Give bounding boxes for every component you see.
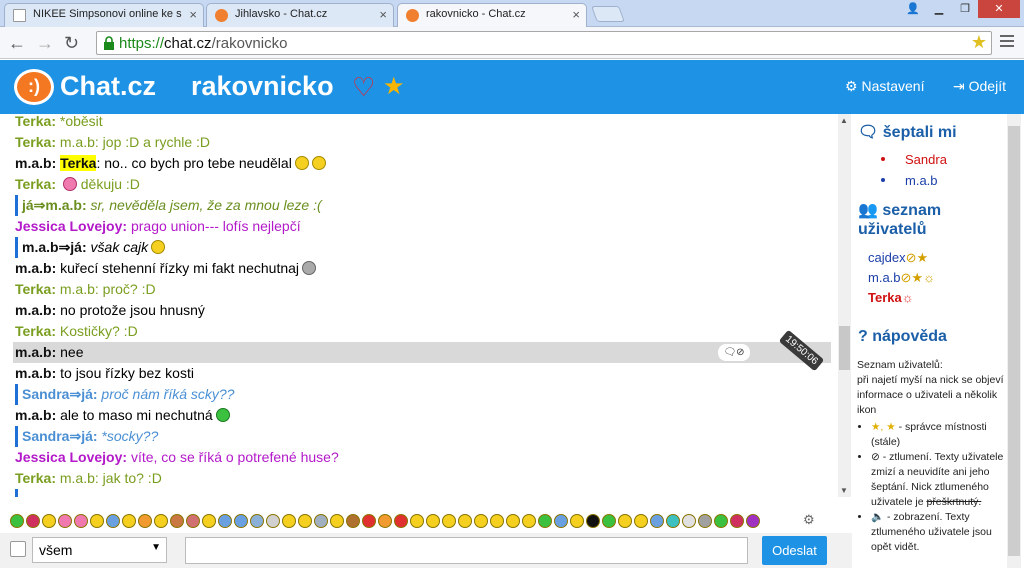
message-row: Sandra⇒já: proč nám říká scky?? (15, 384, 831, 405)
browser-tab-1[interactable]: NIKEE Simpsonovi online ke s × (4, 3, 204, 27)
browser-tab-3[interactable]: rakovnicko - Chat.cz × (397, 3, 587, 28)
help-text: Seznam uživatelů: při najetí myší na nic… (857, 358, 1007, 555)
message-input[interactable] (185, 537, 748, 564)
smiley-icon (311, 156, 326, 170)
heart-icon[interactable]: ♡ (352, 72, 375, 103)
browser-toolbar: ← → ↻ https://chat.cz/rakovnicko ★ (0, 27, 1024, 59)
close-icon[interactable]: × (189, 7, 197, 22)
sidebar: 🗨 šeptali mi Sandra m.a.b 👥 seznam uživa… (853, 114, 1007, 568)
star-icon[interactable]: ★ (383, 72, 405, 101)
whispered-heading: 🗨 šeptali mi (858, 124, 957, 141)
bookmark-star-icon[interactable]: ★ (971, 32, 987, 53)
address-bar[interactable]: https://chat.cz/rakovnicko ★ (96, 31, 992, 55)
message-row: Terka: *oběsit (15, 114, 103, 129)
logo-text[interactable]: Chat.cz (60, 71, 156, 102)
browser-tab-2[interactable]: Jihlavsko - Chat.cz × (206, 3, 394, 27)
user-item[interactable]: m.a.b⊘★☼ (868, 270, 935, 286)
menu-icon[interactable] (1000, 35, 1014, 50)
message-row: Jessica Lovejoy: prago union--- lofís ne… (15, 218, 301, 234)
restore-icon[interactable]: ❐ (952, 0, 978, 18)
chat-header: :) Chat.cz rakovnicko ♡ ★ ⚙ Nastavení ⇥ … (0, 60, 1024, 114)
message-row: Terka: m.a.b: jak to? :D (15, 470, 162, 486)
message-row: m.a.b⇒já: však cajk (15, 237, 831, 258)
smiley-icon (302, 261, 317, 275)
chat-icon (406, 9, 419, 22)
recipient-select[interactable]: všem ▼ (32, 537, 167, 563)
user-item[interactable]: Terka☼ (868, 290, 914, 305)
back-icon[interactable]: ← (8, 33, 26, 53)
chevron-down-icon: ▼ (151, 542, 161, 553)
scroll-down-icon: ▼ (840, 486, 848, 495)
window-controls: 👤 ▁ ❐ ✕ (900, 0, 1020, 18)
scroll-thumb[interactable] (839, 326, 850, 370)
logout-link[interactable]: ⇥ Odejít (953, 78, 1006, 95)
smiley-icon (151, 240, 166, 254)
chat-logo-icon[interactable]: :) (14, 69, 54, 105)
minimize-icon[interactable]: ▁ (926, 0, 952, 18)
whisper-item[interactable]: Sandra (881, 152, 947, 167)
new-tab-button[interactable] (591, 6, 625, 22)
private-checkbox[interactable] (10, 541, 26, 557)
smiley-icon (294, 156, 309, 170)
send-button[interactable]: Odeslat (762, 536, 827, 565)
settings-link[interactable]: ⚙ Nastavení (845, 78, 925, 95)
message-row: m.a.b: Terka: no.. co bych pro tebe neud… (15, 153, 831, 174)
document-icon (13, 9, 26, 22)
message-row: Terka: m.a.b: proč? :D (15, 281, 156, 297)
message-row: Terka: Kostičky? :D (15, 323, 138, 339)
window-close-icon[interactable]: ✕ (978, 0, 1020, 18)
message-list: Terka: *oběsit Terka: m.a.b: jop :D a ry… (0, 114, 852, 497)
message-row: m.a.b: to jsou řízky bez kosti (15, 365, 194, 381)
chat-icon (215, 9, 228, 22)
scroll-up-icon: ▲ (840, 116, 848, 125)
lock-icon (104, 36, 114, 50)
close-icon[interactable]: × (379, 7, 387, 22)
tab-title: Jihlavsko - Chat.cz (235, 8, 328, 20)
help-heading: ? nápověda (858, 328, 947, 345)
message-row: Terka: děkuju :D (15, 176, 140, 192)
smiley-icon (62, 177, 77, 191)
close-icon[interactable]: × (572, 7, 580, 22)
message-row: já⇒m.a.b: sr, nevěděla jsem, že za mnou … (15, 195, 831, 216)
tab-title: rakovnicko - Chat.cz (426, 8, 526, 20)
forward-icon[interactable]: → (36, 33, 54, 53)
user-icon[interactable]: 👤 (900, 0, 926, 18)
whisper-item[interactable]: m.a.b (881, 173, 938, 188)
message-row: Sandra⇒já: *socky?? (15, 426, 831, 447)
message-scrollbar[interactable]: ▲ ▼ (838, 114, 851, 497)
reload-icon[interactable]: ↻ (64, 33, 79, 53)
smiley-picker (10, 514, 760, 532)
message-row-partial (15, 489, 831, 497)
user-item[interactable]: cajdex⊘★ (868, 250, 928, 266)
message-row: Jessica Lovejoy: víte, co se říká o potr… (15, 449, 339, 465)
message-row-highlighted[interactable]: m.a.b: nee (13, 342, 831, 363)
users-heading: 👥 seznam uživatelů (858, 202, 942, 238)
message-row: Terka: m.a.b: jop :D a rychle :D (15, 134, 211, 150)
tab-title: NIKEE Simpsonovi online ke s (33, 8, 182, 20)
sidebar-scroll-thumb[interactable] (1008, 126, 1020, 556)
message-row: m.a.b: no protože jsou hnusný (15, 302, 205, 318)
message-row: m.a.b: ale to maso mi nechutná (15, 405, 831, 426)
message-action-icons[interactable]: 🗨⊘ (718, 344, 750, 361)
smiley-icon (215, 408, 230, 422)
url-text: https://chat.cz/rakovnicko (119, 35, 288, 52)
smiley-settings-gear-icon[interactable]: ⚙ (803, 512, 815, 528)
room-title: rakovnicko (191, 71, 334, 101)
message-row: m.a.b: kuřecí stehenní řízky mi fakt nec… (15, 258, 831, 279)
browser-tab-bar: NIKEE Simpsonovi online ke s × Jihlavsko… (0, 0, 1024, 28)
sidebar-scrollbar[interactable] (1007, 114, 1021, 568)
